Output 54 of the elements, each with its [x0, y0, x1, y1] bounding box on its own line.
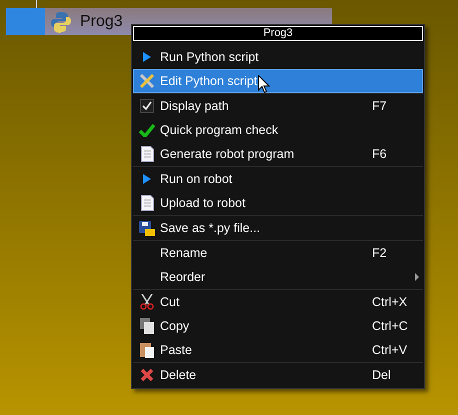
- shortcut-label: F6: [372, 146, 388, 163]
- checkbox[interactable]: [140, 99, 154, 113]
- selection-highlight: [6, 8, 45, 35]
- shortcut-label: Del: [372, 366, 392, 384]
- copy-icon: [140, 318, 154, 334]
- menu-item[interactable]: Paste Ctrl+V: [133, 338, 423, 362]
- tree-item-label: Prog3: [80, 12, 123, 32]
- shortcut-label: F7: [372, 98, 388, 115]
- menu-item-label: Edit Python script: [160, 72, 258, 90]
- shortcut-label: Ctrl+X: [372, 294, 408, 311]
- menu-item[interactable]: Reorder: [133, 265, 423, 289]
- menu-item-label: Copy: [160, 318, 190, 335]
- submenu-arrow-icon: [415, 273, 419, 281]
- menu-item[interactable]: Save as *.py file...: [133, 216, 423, 240]
- shortcut-label: Ctrl+C: [372, 318, 409, 335]
- checkmark-icon: [139, 124, 155, 136]
- menu-item-label: Save as *.py file...: [160, 220, 260, 237]
- menu-item-label: Quick program check: [160, 122, 278, 139]
- menu-item-label: Rename: [160, 244, 208, 262]
- document-icon: [140, 195, 154, 211]
- scissors-icon: [140, 294, 154, 310]
- menu-item[interactable]: Rename F2: [133, 241, 423, 265]
- menu-item[interactable]: Delete Del: [133, 363, 423, 387]
- play-icon: [143, 174, 151, 184]
- shortcut-label: F2: [372, 244, 388, 262]
- menu-item-label: Display path: [160, 98, 229, 115]
- check-icon: [142, 101, 152, 111]
- menu-item[interactable]: Edit Python script: [133, 69, 423, 93]
- mouse-cursor-icon: [258, 75, 270, 94]
- menu-item-label: Run Python script: [160, 48, 259, 66]
- pencil-ruler-icon: [140, 74, 154, 88]
- menu-item[interactable]: Upload to robot: [133, 191, 423, 215]
- shortcut-label: Ctrl+V: [372, 342, 408, 359]
- floppy-disk-icon: [139, 220, 155, 236]
- menu-item[interactable]: Cut Ctrl+X: [133, 290, 423, 314]
- menu-item-label: Upload to robot: [160, 194, 246, 212]
- menu-item-label: Delete: [160, 366, 196, 384]
- menu-item[interactable]: Generate robot program F6: [133, 142, 423, 166]
- menu-item[interactable]: Run on robot: [133, 167, 423, 191]
- document-icon: [140, 146, 154, 162]
- menu-item[interactable]: Run Python script: [133, 45, 423, 69]
- menu-item[interactable]: Copy Ctrl+C: [133, 314, 423, 338]
- menu-title: Prog3: [133, 26, 423, 41]
- clipboard-icon: [140, 342, 154, 358]
- menu-item[interactable]: Display path F7: [133, 94, 423, 118]
- menu-item-label: Paste: [160, 342, 192, 359]
- python-logo-icon: [50, 10, 72, 32]
- menu-item-label: Cut: [160, 294, 180, 311]
- menu-item[interactable]: Quick program check: [133, 118, 423, 142]
- menu-item-label: Reorder: [160, 268, 206, 286]
- menu-item-label: Generate robot program: [160, 146, 294, 163]
- menu-item-label: Run on robot: [160, 170, 232, 188]
- play-icon: [143, 52, 151, 62]
- close-icon: [140, 368, 154, 382]
